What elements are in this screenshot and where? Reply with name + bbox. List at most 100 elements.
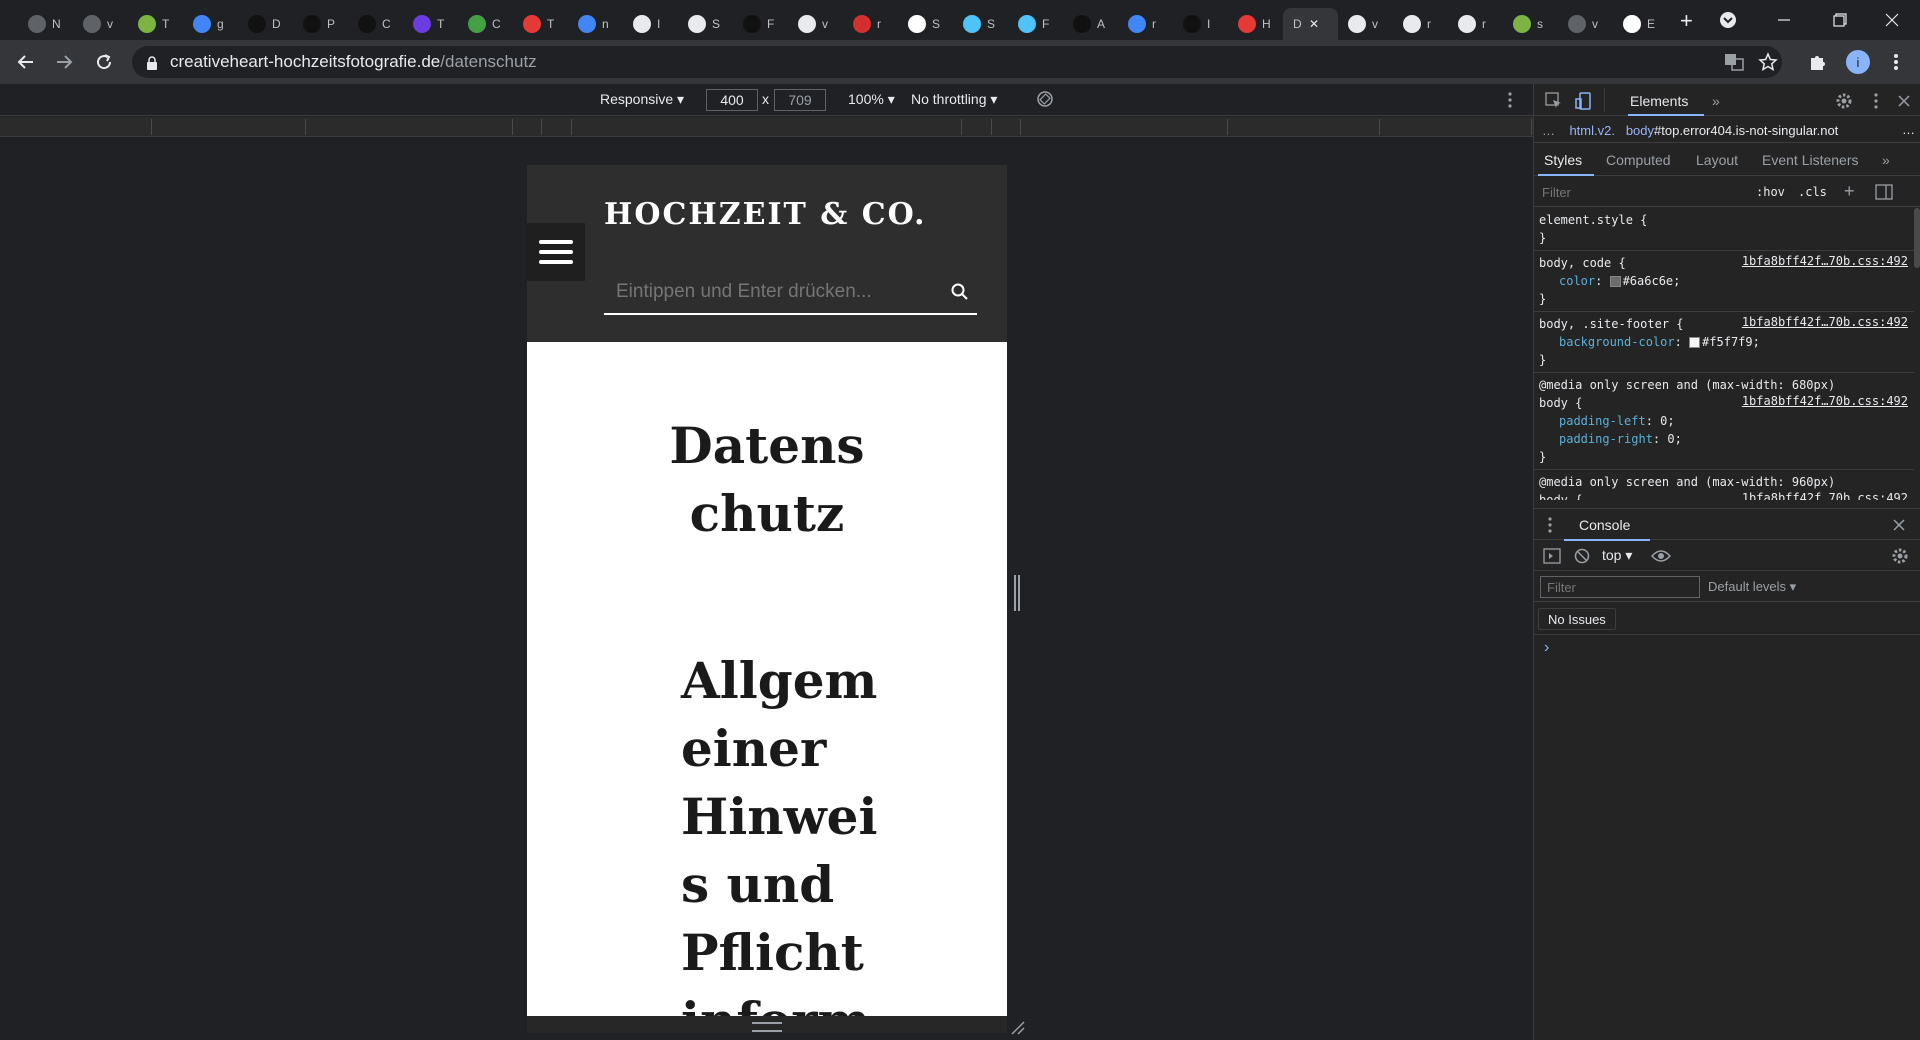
close-window-button[interactable] — [1864, 0, 1920, 40]
browser-tab[interactable]: P — [293, 8, 348, 40]
device-toolbar-toggle[interactable] — [1574, 91, 1594, 111]
tab-event-listeners[interactable]: Event Listeners — [1762, 152, 1859, 168]
search-icon[interactable] — [949, 281, 971, 303]
minimize-button[interactable] — [1756, 0, 1812, 40]
browser-tab[interactable]: A — [1063, 8, 1118, 40]
browser-tab[interactable]: S — [678, 8, 733, 40]
rule-source-link[interactable]: 1bfa8bff42f…70b.css:492 — [1742, 394, 1908, 408]
browser-tab[interactable]: s — [1503, 8, 1558, 40]
bookmark-button[interactable] — [1756, 50, 1780, 74]
viewport-width-input[interactable]: 400 — [706, 89, 758, 111]
media-query-segment[interactable] — [572, 119, 962, 135]
browser-tab[interactable]: r — [843, 8, 898, 40]
live-expression-button[interactable] — [1650, 547, 1672, 565]
console-filter-input[interactable] — [1540, 576, 1700, 598]
browser-tab[interactable]: g — [183, 8, 238, 40]
media-query-segment[interactable] — [1228, 119, 1380, 135]
device-mode-select[interactable]: Responsive ▾ — [600, 91, 684, 108]
browser-tab[interactable]: n — [568, 8, 623, 40]
console-prompt[interactable]: › — [1544, 639, 1549, 657]
add-rule-button[interactable]: + — [1844, 181, 1855, 202]
tab-elements[interactable]: Elements — [1630, 93, 1688, 109]
color-swatch[interactable] — [1609, 276, 1621, 287]
browser-tab[interactable]: F — [1008, 8, 1063, 40]
console-settings-button[interactable] — [1890, 547, 1910, 565]
property-value[interactable]: 0; — [1667, 432, 1681, 446]
log-levels-select[interactable]: Default levels ▾ — [1708, 579, 1796, 595]
media-query-segment[interactable] — [992, 119, 1021, 135]
browser-tab[interactable]: v — [788, 8, 843, 40]
search-input[interactable] — [604, 281, 934, 303]
restore-button[interactable] — [1812, 0, 1868, 40]
resize-corner-icon[interactable] — [1010, 1020, 1026, 1036]
css-rule[interactable]: @media only screen and (max-width: 680px… — [1534, 373, 1914, 470]
property-name[interactable]: background-color — [1559, 335, 1675, 349]
profile-button[interactable]: i — [1846, 50, 1870, 74]
throttling-select[interactable]: No throttling ▾ — [911, 91, 997, 108]
toggle-sidebar-button[interactable] — [1874, 183, 1894, 201]
browser-tab[interactable]: S — [953, 8, 1008, 40]
css-rule[interactable]: element.style { } — [1534, 208, 1914, 251]
zoom-select[interactable]: 100% ▾ — [848, 91, 895, 108]
browser-tab[interactable]: T — [128, 8, 183, 40]
css-rule[interactable]: @media only screen and (max-width: 960px… — [1534, 470, 1914, 500]
inspect-element-button[interactable] — [1544, 91, 1564, 111]
close-tab-icon[interactable]: ✕ — [1309, 17, 1319, 31]
browser-tab[interactable]: D — [238, 8, 293, 40]
browser-tab[interactable]: I — [623, 8, 678, 40]
browser-tab[interactable]: H — [1228, 8, 1283, 40]
site-title[interactable]: HOCHZEIT & CO. — [604, 197, 927, 232]
devtools-settings-button[interactable] — [1834, 91, 1854, 111]
hover-state-toggle[interactable]: :hov — [1756, 185, 1785, 199]
browser-tab[interactable]: v — [1338, 8, 1393, 40]
class-toggle[interactable]: .cls — [1798, 185, 1827, 199]
rule-selector[interactable]: element.style { — [1539, 211, 1909, 229]
media-query-segment[interactable] — [306, 119, 513, 135]
browser-tab[interactable]: r — [1393, 8, 1448, 40]
media-query-segment[interactable] — [1380, 119, 1532, 135]
rule-source-link[interactable]: 1bfa8bff42f…70b.css:492 — [1742, 491, 1908, 500]
chrome-menu-button[interactable] — [1884, 50, 1908, 74]
css-property[interactable]: background-color: #f5f7f9; — [1539, 333, 1909, 351]
breadcrumb-body[interactable]: #top.error404.is-not-singular.not — [1654, 123, 1838, 138]
tab-search-button[interactable] — [1700, 0, 1756, 40]
rule-source-link[interactable]: 1bfa8bff42f…70b.css:492 — [1742, 254, 1908, 268]
css-rule[interactable]: 1bfa8bff42f…70b.css:492 body, .site-foot… — [1534, 312, 1914, 373]
viewport-height-input[interactable]: 709 — [774, 89, 826, 111]
close-devtools-button[interactable] — [1894, 91, 1914, 111]
media-query-segment[interactable] — [0, 119, 152, 135]
forward-button[interactable] — [50, 48, 78, 76]
rule-source-link[interactable]: 1bfa8bff42f…70b.css:492 — [1742, 315, 1908, 329]
tab-console[interactable]: Console — [1579, 517, 1630, 533]
console-sidebar-toggle[interactable] — [1542, 547, 1562, 565]
media-query-segment[interactable] — [1021, 119, 1228, 135]
context-select[interactable]: top ▾ — [1602, 547, 1632, 564]
styles-filter-input[interactable] — [1538, 181, 1738, 203]
css-property[interactable]: padding-left: 0; — [1539, 412, 1909, 430]
css-property[interactable]: color: #6a6c6e; — [1539, 272, 1909, 290]
styles-scrollbar[interactable] — [1914, 208, 1920, 268]
property-value[interactable]: #f5f7f9; — [1702, 335, 1760, 349]
issues-button[interactable]: No Issues — [1538, 608, 1616, 630]
devtools-menu-button[interactable] — [1866, 91, 1886, 111]
browser-tab[interactable]: T — [403, 8, 458, 40]
media-query-segment[interactable] — [962, 119, 992, 135]
browser-tab[interactable]: r — [1448, 8, 1503, 40]
tab-computed[interactable]: Computed — [1606, 152, 1671, 168]
browser-tab[interactable]: T — [513, 8, 568, 40]
breadcrumb-more[interactable]: … — [1902, 122, 1915, 137]
drawer-menu-button[interactable] — [1546, 517, 1554, 533]
media-query-segment[interactable] — [152, 119, 306, 135]
media-query-segment[interactable] — [513, 119, 542, 135]
rotate-button[interactable] — [1036, 90, 1054, 111]
property-value[interactable]: 0; — [1660, 414, 1674, 428]
property-name[interactable]: padding-left — [1559, 414, 1646, 428]
browser-tab[interactable]: I — [1173, 8, 1228, 40]
media-query-segment[interactable] — [542, 119, 572, 135]
browser-tab[interactable]: E — [1613, 8, 1668, 40]
property-name[interactable]: padding-right — [1559, 432, 1653, 446]
css-property[interactable]: padding-right: 0; — [1539, 430, 1909, 448]
address-bar[interactable]: creativeheart-hochzeitsfotografie.de/dat… — [132, 46, 1782, 78]
extensions-button[interactable] — [1806, 50, 1830, 74]
color-swatch[interactable] — [1689, 337, 1701, 348]
